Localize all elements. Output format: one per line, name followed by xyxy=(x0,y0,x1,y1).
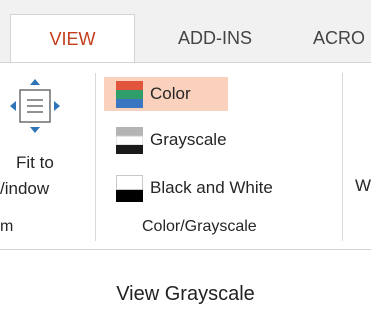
grayscale-button[interactable]: Grayscale xyxy=(104,123,304,157)
color-button[interactable]: Color xyxy=(104,77,228,111)
black-and-white-swatch-icon xyxy=(116,174,143,202)
grayscale-swatch-icon xyxy=(116,126,143,154)
ribbon-panel: Fit to /indow m Color Grayscale Black an… xyxy=(0,62,371,250)
color-label: Color xyxy=(150,84,191,103)
fit-to-window-label-line1: Fit to xyxy=(16,153,54,172)
tab-add-ins[interactable]: ADD-INS xyxy=(160,14,270,62)
ribbon-tab-bar: VIEW ADD-INS ACRO xyxy=(0,0,371,62)
group-separator xyxy=(95,73,96,241)
group-separator xyxy=(342,73,343,241)
black-and-white-label: Black and White xyxy=(150,178,273,197)
tab-view[interactable]: VIEW xyxy=(10,14,135,62)
caption-text: View Grayscale xyxy=(116,283,255,305)
zoom-group-label: m xyxy=(0,218,14,235)
fit-to-window-label-line2: /indow xyxy=(0,179,50,198)
tab-acrobat[interactable]: ACRO xyxy=(313,14,371,62)
fit-to-window-icon xyxy=(10,79,60,133)
color-grayscale-group-label: Color/Grayscale xyxy=(142,218,257,235)
next-group-button-cut[interactable]: W xyxy=(355,176,371,196)
black-and-white-button[interactable]: Black and White xyxy=(104,171,334,205)
fit-to-window-button[interactable]: Fit to /indow xyxy=(0,71,92,211)
color-swatch-icon xyxy=(116,80,143,108)
grayscale-label: Grayscale xyxy=(150,130,227,149)
